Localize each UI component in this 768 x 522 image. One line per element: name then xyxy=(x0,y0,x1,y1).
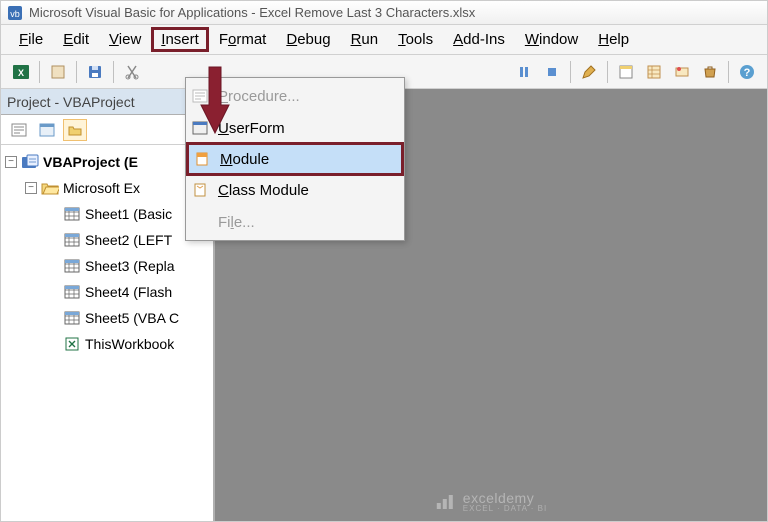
project-pane-title: Project - VBAProject xyxy=(1,89,213,115)
insert-dropdown: Procedure... UserForm Module Class Modul… xyxy=(185,77,405,241)
project-pane-toolbar xyxy=(1,115,213,145)
excel-view-icon[interactable]: X xyxy=(9,60,33,84)
toggle-folders-icon[interactable] xyxy=(63,119,87,141)
menu-bar: File Edit View Insert Format Debug Run T… xyxy=(1,25,767,55)
object-browser-icon[interactable] xyxy=(670,60,694,84)
insert-object-icon[interactable] xyxy=(46,60,70,84)
menu-edit[interactable]: Edit xyxy=(53,27,99,52)
title-bar: vb Microsoft Visual Basic for Applicatio… xyxy=(1,1,767,25)
worksheet-icon xyxy=(63,206,81,222)
tree-item-label: Sheet4 (Flash xyxy=(85,284,172,300)
save-icon[interactable] xyxy=(83,60,107,84)
toolbox-icon[interactable] xyxy=(698,60,722,84)
dd-userform-label: UserForm xyxy=(218,120,285,137)
svg-text:?: ? xyxy=(744,67,751,79)
menu-help[interactable]: Help xyxy=(588,27,639,52)
tree-item-label: Sheet2 (LEFT xyxy=(85,232,172,248)
tree-sheet2[interactable]: Sheet2 (LEFT xyxy=(3,227,211,253)
module-icon xyxy=(192,149,212,169)
tree-root-label: VBAProject (E xyxy=(43,154,138,170)
tree-folder[interactable]: − Microsoft Ex xyxy=(3,175,211,201)
worksheet-icon xyxy=(63,258,81,274)
reset-icon[interactable] xyxy=(540,60,564,84)
workbook-icon xyxy=(63,336,81,352)
dd-file: File... xyxy=(186,206,404,238)
tree-sheet1[interactable]: Sheet1 (Basic xyxy=(3,201,211,227)
vbaproject-icon xyxy=(21,154,39,170)
collapse-icon[interactable]: − xyxy=(5,156,17,168)
menu-tools[interactable]: Tools xyxy=(388,27,443,52)
collapse-icon[interactable]: − xyxy=(25,182,37,194)
menu-addins[interactable]: Add-Ins xyxy=(443,27,515,52)
watermark-chart-icon xyxy=(435,494,457,510)
watermark: exceldemy EXCEL · DATA · BI xyxy=(435,490,547,513)
dd-module[interactable]: Module xyxy=(187,143,403,175)
view-code-icon[interactable] xyxy=(7,119,31,141)
properties-icon[interactable] xyxy=(642,60,666,84)
worksheet-icon xyxy=(63,232,81,248)
dd-module-label: Module xyxy=(220,151,269,168)
menu-window[interactable]: Window xyxy=(515,27,588,52)
class-module-icon xyxy=(190,180,210,200)
tree-item-label: Sheet5 (VBA C xyxy=(85,310,179,326)
design-mode-icon[interactable] xyxy=(577,60,601,84)
vba-app-icon: vb xyxy=(7,5,23,21)
dd-class-module[interactable]: Class Module xyxy=(186,174,404,206)
tree-item-label: Sheet3 (Repla xyxy=(85,258,175,274)
procedure-icon xyxy=(190,86,210,106)
tree-thisworkbook[interactable]: ThisWorkbook xyxy=(3,331,211,357)
menu-file[interactable]: File xyxy=(9,27,53,52)
svg-text:X: X xyxy=(18,68,24,78)
tree-folder-label: Microsoft Ex xyxy=(63,180,140,196)
break-icon[interactable] xyxy=(512,60,536,84)
tree-sheet5[interactable]: Sheet5 (VBA C xyxy=(3,305,211,331)
tree-item-label: Sheet1 (Basic xyxy=(85,206,172,222)
dd-class-module-label: Class Module xyxy=(218,182,309,199)
folder-open-icon xyxy=(41,180,59,196)
dd-userform[interactable]: UserForm xyxy=(186,112,404,144)
tree-item-label: ThisWorkbook xyxy=(85,336,174,352)
tree-root[interactable]: − VBAProject (E xyxy=(3,149,211,175)
file-placeholder-icon xyxy=(190,212,210,232)
svg-text:vb: vb xyxy=(10,9,20,19)
menu-format[interactable]: Format xyxy=(209,27,277,52)
userform-icon xyxy=(190,118,210,138)
project-explorer-icon[interactable] xyxy=(614,60,638,84)
dd-file-label: File... xyxy=(218,214,255,231)
tree-sheet4[interactable]: Sheet4 (Flash xyxy=(3,279,211,305)
window-title: Microsoft Visual Basic for Applications … xyxy=(29,5,475,20)
project-tree[interactable]: − VBAProject (E − Microsoft Ex Sheet1 (B… xyxy=(1,145,213,521)
cut-icon[interactable] xyxy=(120,60,144,84)
dd-procedure: Procedure... xyxy=(186,80,404,112)
watermark-subtext: EXCEL · DATA · BI xyxy=(463,504,547,513)
menu-insert[interactable]: Insert xyxy=(151,27,209,52)
worksheet-icon xyxy=(63,310,81,326)
dd-procedure-label: Procedure... xyxy=(218,88,300,105)
tree-sheet3[interactable]: Sheet3 (Repla xyxy=(3,253,211,279)
menu-debug[interactable]: Debug xyxy=(276,27,340,52)
menu-view[interactable]: View xyxy=(99,27,151,52)
worksheet-icon xyxy=(63,284,81,300)
menu-run[interactable]: Run xyxy=(341,27,389,52)
help-icon[interactable]: ? xyxy=(735,60,759,84)
view-object-icon[interactable] xyxy=(35,119,59,141)
project-explorer-pane: Project - VBAProject − VBAProject (E − M… xyxy=(1,89,215,521)
